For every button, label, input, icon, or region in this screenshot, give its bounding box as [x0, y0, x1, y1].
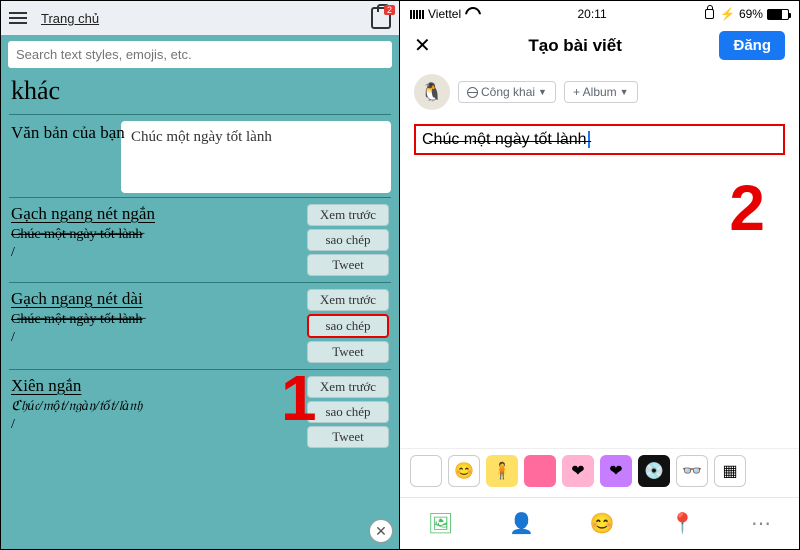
tag-people-icon[interactable]: 👤: [509, 511, 534, 536]
background-picker: 😊🧍❤❤💿👓▦: [400, 448, 799, 493]
clipboard-icon[interactable]: 2: [371, 7, 391, 29]
composer-toolbar: 🖼 👤 😊 📍 ⋯: [400, 497, 799, 549]
photo-icon[interactable]: 🖼: [428, 511, 453, 536]
style-title: Gạch ngang nét ngắn: [11, 204, 301, 224]
bg-option[interactable]: 🧍: [486, 455, 518, 487]
avatar[interactable]: 🐧: [414, 74, 450, 110]
copy-button[interactable]: sao chép: [307, 314, 389, 338]
globe-icon: [467, 87, 478, 98]
charging-icon: ⚡: [720, 7, 735, 21]
annotation-2: 2: [729, 171, 765, 245]
search-input[interactable]: [8, 41, 392, 68]
battery-icon: [767, 9, 789, 20]
style-slash: /: [11, 244, 301, 262]
status-bar: Viettel 20:11 ⚡ 69%: [400, 1, 799, 23]
input-section: Văn bản của bạn Chúc một ngày tốt lành: [1, 115, 399, 197]
battery-percent: 69%: [739, 7, 763, 21]
menu-icon[interactable]: [9, 12, 27, 24]
emoji-icon[interactable]: 😊: [590, 511, 615, 536]
copy-button[interactable]: sao chép: [307, 229, 389, 251]
clock: 20:11: [578, 7, 607, 21]
user-text-input[interactable]: Chúc một ngày tốt lành: [121, 121, 391, 193]
style-title: Gạch ngang nét dài: [11, 289, 301, 309]
close-floating-button[interactable]: ✕: [369, 519, 393, 543]
tweet-button[interactable]: Tweet: [307, 426, 389, 448]
post-button[interactable]: Đăng: [719, 31, 785, 60]
album-selector[interactable]: + Album ▼: [564, 81, 638, 103]
home-link[interactable]: Trang chủ: [41, 11, 99, 26]
bg-option[interactable]: ▦: [714, 455, 746, 487]
close-icon[interactable]: ✕: [414, 33, 431, 58]
location-icon[interactable]: 📍: [670, 511, 695, 536]
tweet-button[interactable]: Tweet: [307, 341, 389, 363]
copy-button[interactable]: sao chép: [307, 401, 389, 423]
bg-option[interactable]: 👓: [676, 455, 708, 487]
more-icon[interactable]: ⋯: [751, 511, 771, 536]
bg-option[interactable]: 😊: [448, 455, 480, 487]
chevron-down-icon: ▼: [538, 87, 547, 97]
tweet-button[interactable]: Tweet: [307, 254, 389, 276]
bg-option[interactable]: [410, 455, 442, 487]
bg-option[interactable]: ❤: [600, 455, 632, 487]
composer-header: ✕ Tạo bài viết Đăng: [400, 23, 799, 68]
preview-button[interactable]: Xem trước: [307, 204, 389, 226]
compose-text[interactable]: C̶h̶ú̶c̶ ̶m̶ộ̶t̶ ̶n̶g̶à̶y̶ ̶t̶ố̶t̶ ̶l̶à̶…: [414, 124, 785, 155]
composer-meta: 🐧 Công khai ▼ + Album ▼: [400, 68, 799, 116]
style-row-short-strike: Gạch ngang nét ngắn C̵h̵ú̵c̵ ̵m̵ộ̵t̵ ̵n̵…: [1, 198, 399, 282]
style-sample: C̵h̵ú̵c̵ ̵m̵ộ̵t̵ ̵n̵g̵à̵y̵ ̵t̵ố̵t̵ ̵l̵à̵…: [11, 226, 301, 244]
bg-option[interactable]: [524, 455, 556, 487]
annotation-1: 1: [281, 361, 317, 435]
preview-button[interactable]: Xem trước: [307, 376, 389, 398]
lock-icon: [705, 9, 714, 19]
preview-button[interactable]: Xem trước: [307, 289, 389, 311]
audience-selector[interactable]: Công khai ▼: [458, 81, 556, 103]
text-style-app: Trang chủ 2 khác Văn bản của bạn Chúc mộ…: [1, 1, 400, 549]
wifi-icon: [465, 9, 479, 19]
top-bar: Trang chủ 2: [1, 1, 399, 35]
carrier-label: Viettel: [428, 7, 461, 21]
style-title: Xiên ngắn: [11, 376, 301, 396]
bg-option[interactable]: 💿: [638, 455, 670, 487]
style-row-slant-short: Xiên ngắn ℭ𝔥ú𝔠/𝔪ộ𝔱/𝔫𝔤à𝔶/𝔱ố𝔱/𝔩à𝔫𝔥 / Xem t…: [1, 370, 399, 454]
section-heading: khác: [1, 74, 399, 114]
chevron-down-icon: ▼: [620, 87, 629, 97]
facebook-composer: Viettel 20:11 ⚡ 69% ✕ Tạo bài viết Đăng …: [400, 1, 799, 549]
style-row-long-strike: Gạch ngang nét dài C̶h̶ú̶c̶ ̶m̶ộ̶t̶ ̶n̶g…: [1, 283, 399, 369]
style-slash: /: [11, 416, 301, 434]
notification-badge: 2: [384, 5, 395, 15]
style-sample: C̶h̶ú̶c̶ ̶m̶ộ̶t̶ ̶n̶g̶à̶y̶ ̶t̶ố̶t̶ ̶l̶à̶…: [11, 311, 301, 329]
style-slash: /: [11, 329, 301, 347]
composer-title: Tạo bài viết: [528, 36, 622, 56]
bg-option[interactable]: ❤: [562, 455, 594, 487]
style-sample: ℭ𝔥ú𝔠/𝔪ộ𝔱/𝔫𝔤à𝔶/𝔱ố𝔱/𝔩à𝔫𝔥: [11, 398, 301, 416]
signal-icon: [410, 10, 424, 19]
